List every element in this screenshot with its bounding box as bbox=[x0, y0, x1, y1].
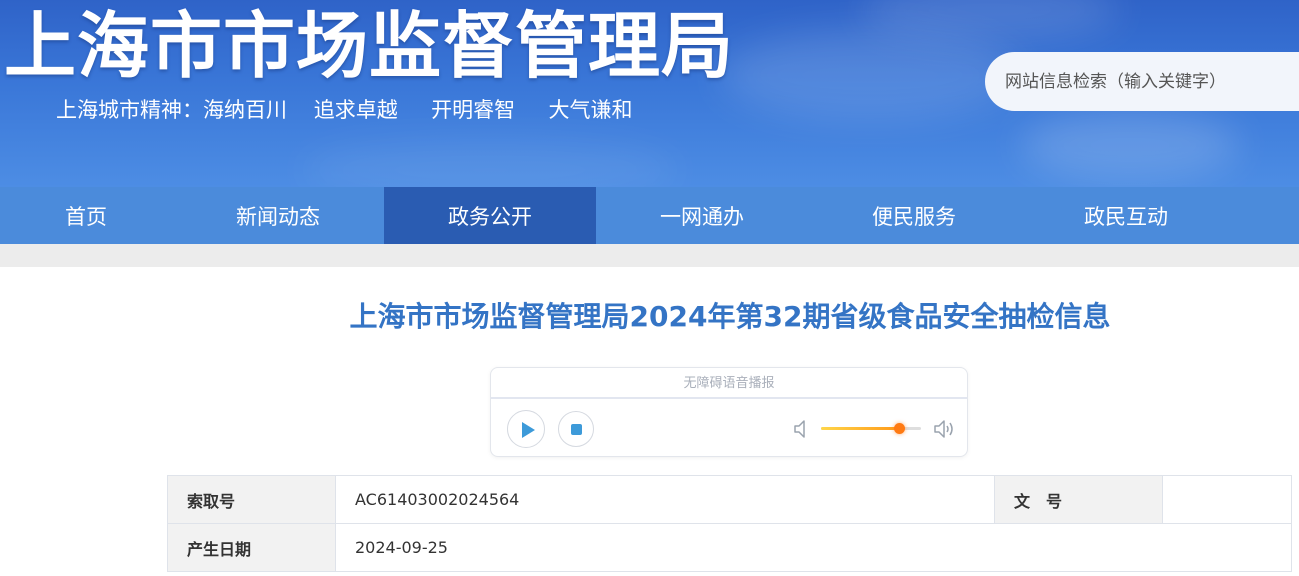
banner-cloud bbox=[720, 30, 1020, 120]
nav-item-home[interactable]: 首页 bbox=[0, 187, 172, 244]
site-title[interactable]: 上海市市场监督管理局 bbox=[4, 4, 734, 88]
header-banner: ▔▔▔ ▔▔▔▔ ▔▔ ▔▔ ▔ 上海市市场监督管理局 上海城市精神：海纳百川 … bbox=[0, 0, 1299, 187]
stop-icon[interactable] bbox=[558, 411, 594, 447]
site-slogan: 上海城市精神：海纳百川 追求卓越 开明睿智 大气谦和 bbox=[56, 98, 633, 122]
nav-item-online-services[interactable]: 一网通办 bbox=[596, 187, 808, 244]
nav-item-news[interactable]: 新闻动态 bbox=[172, 187, 384, 244]
info-table: 索取号 AC61403002024564 文 号 产生日期 2024-09-25 bbox=[167, 475, 1292, 572]
top-links: ▔▔▔ ▔▔▔▔ ▔▔ ▔▔ ▔ bbox=[840, 0, 1168, 6]
info-label: 文 号 bbox=[994, 475, 1163, 524]
info-label: 产生日期 bbox=[167, 523, 336, 572]
divider-strip bbox=[0, 244, 1299, 267]
top-link[interactable]: ▔▔▔▔ bbox=[922, 0, 962, 6]
nav-item-gov-affairs[interactable]: 政务公开 bbox=[384, 187, 596, 244]
nav-item-public-services[interactable]: 便民服务 bbox=[808, 187, 1020, 244]
search-box[interactable] bbox=[985, 52, 1299, 111]
table-row: 产生日期 2024-09-25 bbox=[167, 523, 1292, 572]
audio-player: 无障碍语音播报 bbox=[490, 367, 968, 457]
info-value: 2024-09-25 bbox=[335, 523, 1292, 572]
banner-cloud bbox=[1020, 110, 1240, 180]
volume-high-icon[interactable] bbox=[933, 418, 957, 440]
main-nav: 首页 新闻动态 政务公开 一网通办 便民服务 政民互动 bbox=[0, 187, 1299, 244]
article-title: 上海市市场监督管理局2024年第32期省级食品安全抽检信息 bbox=[349, 300, 1111, 333]
top-link[interactable]: ▔ bbox=[1158, 0, 1168, 6]
search-input[interactable] bbox=[1005, 71, 1295, 92]
nav-item-interaction[interactable]: 政民互动 bbox=[1020, 187, 1232, 244]
play-icon[interactable] bbox=[507, 410, 545, 448]
info-label: 索取号 bbox=[167, 475, 336, 524]
table-row: 索取号 AC61403002024564 文 号 bbox=[167, 475, 1292, 524]
audio-player-label: 无障碍语音播报 bbox=[491, 368, 967, 399]
info-value: AC61403002024564 bbox=[335, 475, 995, 524]
top-link[interactable]: ▔▔▔ bbox=[840, 0, 870, 6]
volume-slider[interactable] bbox=[821, 423, 921, 434]
top-link[interactable]: ▔▔ bbox=[1014, 0, 1034, 6]
info-value bbox=[1162, 475, 1292, 524]
volume-slider-handle[interactable] bbox=[894, 423, 905, 434]
banner-cloud bbox=[300, 140, 680, 187]
volume-slider-fill bbox=[821, 427, 899, 430]
volume-low-icon[interactable] bbox=[791, 418, 815, 440]
top-link[interactable]: ▔▔ bbox=[1086, 0, 1106, 6]
